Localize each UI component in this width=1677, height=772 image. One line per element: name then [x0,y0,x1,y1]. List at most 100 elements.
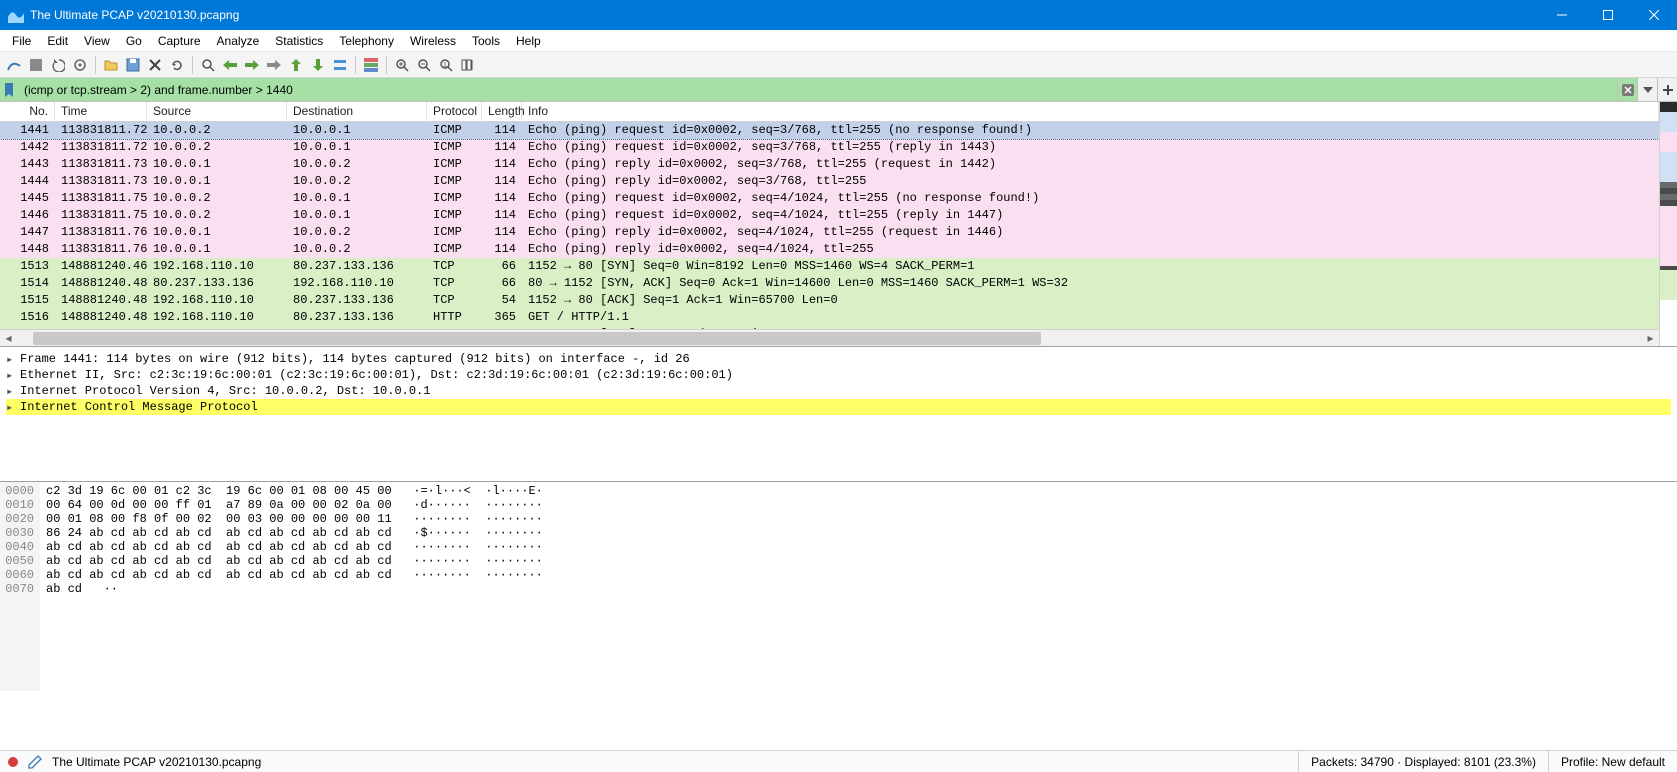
svg-text:1: 1 [443,62,447,69]
status-packet-count: Packets: 34790 · Displayed: 8101 (23.3%) [1298,751,1548,772]
window-title: The Ultimate PCAP v20210130.pcapng [30,8,1539,22]
filter-dropdown-icon[interactable] [1637,78,1657,101]
maximize-button[interactable] [1585,0,1631,30]
expert-info-icon[interactable] [8,757,18,767]
overview-segment[interactable] [1660,152,1677,182]
menu-go[interactable]: Go [118,32,150,50]
find-packet-icon[interactable] [198,55,218,75]
start-capture-icon[interactable] [4,55,24,75]
col-header-source[interactable]: Source [147,102,287,121]
menu-help[interactable]: Help [508,32,549,50]
packet-overview-strip[interactable] [1659,102,1677,346]
colorize-icon[interactable] [361,55,381,75]
packet-row[interactable]: 1444113831811.73…10.0.0.110.0.0.2ICMP114… [0,173,1659,190]
packet-list-header[interactable]: No. Time Source Destination Protocol Len… [0,102,1659,122]
filter-add-button[interactable] [1657,78,1677,101]
filter-bookmark-icon[interactable] [0,78,18,101]
menu-view[interactable]: View [76,32,118,50]
expand-icon[interactable]: ▸ [6,384,20,399]
menu-telephony[interactable]: Telephony [331,32,402,50]
overview-segment[interactable] [1660,112,1677,132]
packet-list-hscrollbar[interactable]: ◂ ▸ [0,329,1659,346]
menu-analyze[interactable]: Analyze [209,32,268,50]
packet-row[interactable]: 1441113831811.72…10.0.0.210.0.0.1ICMP114… [0,122,1659,139]
expand-icon[interactable]: ▸ [6,352,20,367]
reload-file-icon[interactable] [167,55,187,75]
packet-row[interactable]: 1513148881240.46…192.168.110.1080.237.13… [0,258,1659,275]
main-toolbar: 1 [0,52,1677,78]
scroll-track[interactable] [17,330,1642,346]
scroll-thumb[interactable] [33,332,1041,345]
resize-columns-icon[interactable] [458,55,478,75]
menu-tools[interactable]: Tools [464,32,508,50]
menu-edit[interactable]: Edit [39,32,76,50]
overview-segment[interactable] [1660,132,1677,152]
go-first-icon[interactable] [286,55,306,75]
packet-details-pane[interactable]: ▸Frame 1441: 114 bytes on wire (912 bits… [0,346,1677,481]
open-file-icon[interactable] [101,55,121,75]
menu-wireless[interactable]: Wireless [402,32,464,50]
overview-segment[interactable] [1660,206,1677,266]
packet-row[interactable]: 1447113831811.76…10.0.0.110.0.0.2ICMP114… [0,224,1659,241]
col-header-proto[interactable]: Protocol [427,102,482,121]
auto-scroll-icon[interactable] [330,55,350,75]
zoom-reset-icon[interactable]: 1 [436,55,456,75]
wireshark-icon [8,7,24,23]
packet-row[interactable]: 1515148881240.48…192.168.110.1080.237.13… [0,292,1659,309]
col-header-info[interactable]: Info [522,102,1659,121]
menu-bar: File Edit View Go Capture Analyze Statis… [0,30,1677,52]
stop-capture-icon[interactable] [26,55,46,75]
status-profile[interactable]: Profile: New default [1548,751,1677,772]
capture-options-icon[interactable] [70,55,90,75]
filter-clear-button[interactable] [1617,78,1637,101]
edit-capture-comment-icon[interactable] [28,755,42,769]
detail-tree-item[interactable]: ▸Ethernet II, Src: c2:3c:19:6c:00:01 (c2… [6,367,1671,383]
packet-row[interactable]: 1446113831811.75…10.0.0.210.0.0.1ICMP114… [0,207,1659,224]
menu-capture[interactable]: Capture [150,32,209,50]
packet-bytes-pane[interactable]: 00000010002000300040005000600070 c2 3d 1… [0,481,1677,691]
close-button[interactable] [1631,0,1677,30]
packet-list-pane: No. Time Source Destination Protocol Len… [0,102,1659,346]
save-file-icon[interactable] [123,55,143,75]
restart-capture-icon[interactable] [48,55,68,75]
packet-row[interactable]: 1445113831811.75…10.0.0.210.0.0.1ICMP114… [0,190,1659,207]
menu-file[interactable]: File [4,32,39,50]
hex-bytes-column: c2 3d 19 6c 00 01 c2 3c 19 6c 00 01 08 0… [40,482,543,691]
packet-row[interactable]: 1448113831811.76…10.0.0.110.0.0.2ICMP114… [0,241,1659,258]
col-header-length[interactable]: Length [482,102,522,121]
go-last-icon[interactable] [308,55,328,75]
separator [355,56,356,74]
detail-tree-item[interactable]: ▸Frame 1441: 114 bytes on wire (912 bits… [6,351,1671,367]
separator [95,56,96,74]
expand-icon[interactable]: ▸ [6,400,20,415]
go-to-packet-icon[interactable] [264,55,284,75]
expand-icon[interactable]: ▸ [6,368,20,383]
scroll-left-icon[interactable]: ◂ [0,330,17,346]
zoom-out-icon[interactable] [414,55,434,75]
title-bar: The Ultimate PCAP v20210130.pcapng [0,0,1677,30]
col-header-time[interactable]: Time [55,102,147,121]
status-bar: The Ultimate PCAP v20210130.pcapng Packe… [0,750,1677,772]
overview-segment[interactable] [1660,270,1677,300]
display-filter-input[interactable] [18,78,1617,101]
go-forward-icon[interactable] [242,55,262,75]
close-file-icon[interactable] [145,55,165,75]
minimize-button[interactable] [1539,0,1585,30]
packet-row[interactable]: 1516148881240.48…192.168.110.1080.237.13… [0,309,1659,326]
col-header-dest[interactable]: Destination [287,102,427,121]
hex-offset-column: 00000010002000300040005000600070 [0,482,40,691]
scroll-right-icon[interactable]: ▸ [1642,330,1659,346]
separator [386,56,387,74]
zoom-in-icon[interactable] [392,55,412,75]
separator [192,56,193,74]
display-filter-bar [0,78,1677,102]
packet-list-body[interactable]: 1441113831811.72…10.0.0.210.0.0.1ICMP114… [0,122,1659,329]
packet-row[interactable]: 1442113831811.72…10.0.0.210.0.0.1ICMP114… [0,139,1659,156]
menu-statistics[interactable]: Statistics [267,32,331,50]
packet-row[interactable]: 1443113831811.73…10.0.0.110.0.0.2ICMP114… [0,156,1659,173]
detail-tree-item[interactable]: ▸Internet Protocol Version 4, Src: 10.0.… [6,383,1671,399]
go-back-icon[interactable] [220,55,240,75]
packet-row[interactable]: 1514148881240.48…80.237.133.136192.168.1… [0,275,1659,292]
col-header-no[interactable]: No. [0,102,55,121]
detail-tree-item[interactable]: ▸Internet Control Message Protocol [6,399,1671,415]
